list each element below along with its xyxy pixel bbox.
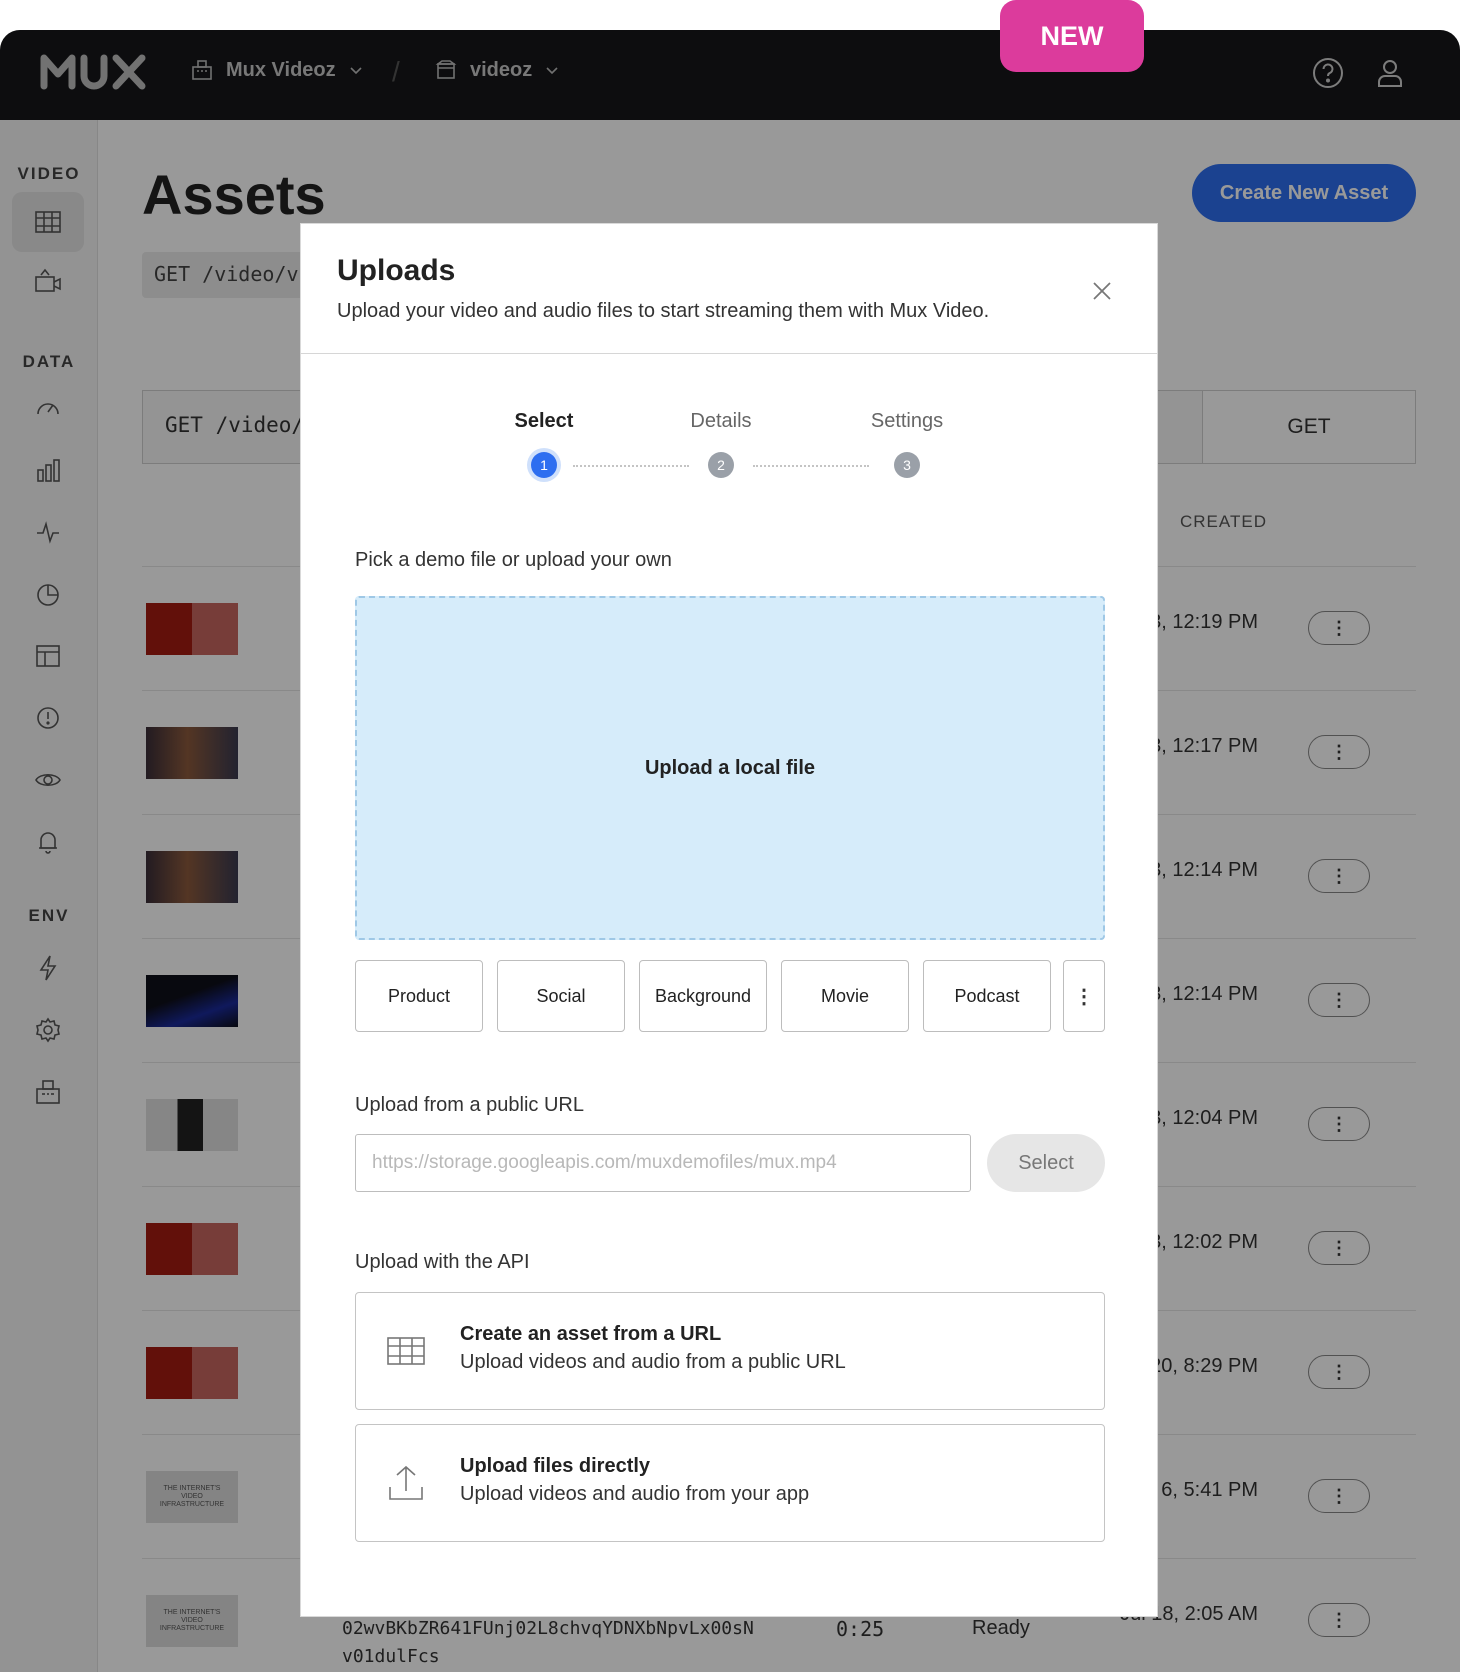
api-card-description: Upload videos and audio from a public UR… (460, 1351, 846, 1373)
new-badge: NEW (1000, 0, 1144, 72)
demo-podcast-button[interactable]: Podcast (923, 960, 1051, 1032)
modal-header: Uploads Upload your video and audio file… (301, 224, 1157, 354)
demo-background-button[interactable]: Background (639, 960, 767, 1032)
public-url-input[interactable] (355, 1134, 971, 1192)
demo-product-button[interactable]: Product (355, 960, 483, 1032)
uploads-modal: Uploads Upload your video and audio file… (300, 223, 1158, 1617)
modal-title: Uploads (337, 254, 456, 287)
upload-dropzone[interactable]: Upload a local file (355, 596, 1105, 940)
step-indicator-1: 1 (531, 452, 557, 478)
step-connector (573, 465, 689, 467)
step-label-settings: Settings (870, 410, 944, 432)
step-indicator-2: 2 (708, 452, 734, 478)
api-section-label: Upload with the API (355, 1251, 530, 1273)
upload-icon (386, 1463, 426, 1503)
demo-movie-button[interactable]: Movie (781, 960, 909, 1032)
demo-social-button[interactable]: Social (497, 960, 625, 1032)
url-section-label: Upload from a public URL (355, 1094, 584, 1116)
step-indicator-3: 3 (894, 452, 920, 478)
demo-section-label: Pick a demo file or upload your own (355, 549, 672, 571)
step-connector (753, 465, 869, 467)
close-icon[interactable] (1087, 276, 1117, 306)
url-select-button[interactable]: Select (987, 1134, 1105, 1192)
api-card-description: Upload videos and audio from your app (460, 1483, 810, 1505)
film-icon (386, 1331, 426, 1371)
more-demos-button[interactable]: ⋮ (1063, 960, 1105, 1032)
app-frame: Mux Videoz / videoz VIDEO DATA ENV Asset… (0, 30, 1460, 1672)
step-label-details: Details (690, 410, 752, 432)
api-card-title: Create an asset from a URL (460, 1323, 722, 1345)
api-card-title: Upload files directly (460, 1455, 651, 1477)
api-card-create-from-url[interactable]: Create an asset from a URL Upload videos… (355, 1292, 1105, 1410)
api-card-upload-directly[interactable]: Upload files directly Upload videos and … (355, 1424, 1105, 1542)
modal-subtitle: Upload your video and audio files to sta… (337, 300, 990, 322)
step-label-select: Select (514, 410, 574, 432)
